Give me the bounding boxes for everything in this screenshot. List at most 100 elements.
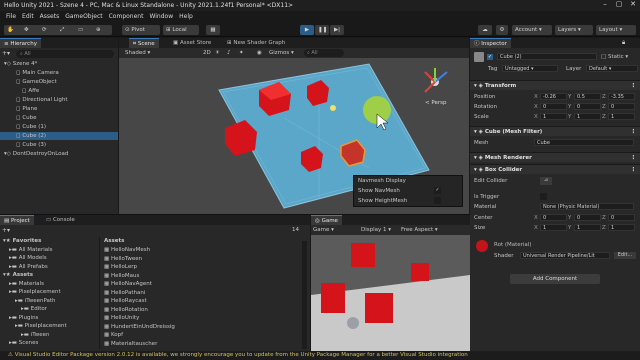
status-message[interactable]: Visual Studio Editor Package version 2.0…	[15, 352, 468, 358]
project-tree-item[interactable]: ▸▬ iTweenPath	[0, 297, 100, 305]
project-file-item[interactable]: ▦ Kopf	[104, 331, 300, 339]
center-y-field[interactable]: 0	[574, 214, 601, 221]
hierarchy-item[interactable]: ◻ Main Camera	[0, 69, 118, 77]
game-display-dropdown[interactable]: Game ▾	[313, 227, 334, 233]
project-file-item[interactable]: ▦ HelloPathani	[104, 289, 300, 297]
hierarchy-search-input[interactable]: ⌕ All	[16, 50, 114, 58]
size-z-field[interactable]: 1	[608, 224, 635, 231]
hierarchy-item[interactable]: ▾◇ Szene 4*	[0, 60, 118, 68]
layout-dropdown[interactable]: Layout ▾	[596, 25, 636, 35]
close-icon[interactable]: ✕	[626, 0, 640, 11]
transform-z-field[interactable]: -3.35	[608, 93, 635, 100]
hierarchy-item[interactable]: ◻ Cube (2)	[0, 132, 118, 140]
tab-hierarchy[interactable]: ≡ Hierarchy	[0, 38, 41, 48]
project-file-item[interactable]: ▦ HelloUnity	[104, 314, 300, 322]
rotate-tool-icon[interactable]: ⟳	[42, 25, 47, 35]
scale-tool-icon[interactable]: ⤢	[60, 25, 64, 35]
is-trigger-checkbox[interactable]	[540, 193, 547, 200]
project-file-item[interactable]: ▦ Materialtauscher	[104, 340, 300, 348]
mesh-renderer-header[interactable]: ▾ ◈ Mesh Renderer ⋮	[470, 152, 640, 162]
physic-material-field[interactable]: None (Physic Material)	[540, 203, 634, 210]
size-y-field[interactable]: 1	[574, 224, 601, 231]
pivot-toggle[interactable]: ⊙ Pivot	[122, 25, 160, 35]
component-menu-icon[interactable]: ⋮	[631, 81, 637, 91]
project-file-item[interactable]: ▦ HelloNavMesh	[104, 246, 300, 254]
hierarchy-item[interactable]: ◻ Directional Light	[0, 96, 118, 104]
hierarchy-item[interactable]: ▾◇ DontDestroyOnLoad	[0, 150, 118, 158]
component-menu-icon[interactable]: ⋮	[631, 165, 637, 175]
project-tree-item[interactable]: ▸▬ Plugins	[0, 314, 100, 322]
active-checkbox[interactable]: ✓	[487, 54, 493, 60]
local-toggle[interactable]: ⊞ Local	[163, 25, 199, 35]
maximize-icon[interactable]: ▢	[612, 0, 626, 11]
project-tree-item[interactable]: ▸▬ Scenes	[0, 339, 100, 347]
menu-help[interactable]: Help	[179, 11, 193, 23]
transform-z-field[interactable]: 0	[608, 103, 635, 110]
hierarchy-item[interactable]: ◻ Affe	[0, 87, 118, 95]
menu-window[interactable]: Window	[149, 11, 173, 23]
tab-asset-store[interactable]: ▣ Asset Store	[169, 38, 215, 48]
hierarchy-item[interactable]: ◻ Cube	[0, 114, 118, 122]
transform-x-field[interactable]: -0.26	[540, 93, 567, 100]
services-button[interactable]: ⚙	[496, 25, 508, 35]
project-tree-item[interactable]: ▾★ Favorites	[0, 237, 100, 245]
collab-button[interactable]: ☁	[478, 25, 492, 35]
move-tool-icon[interactable]: ✥	[24, 25, 29, 35]
aspect-dropdown[interactable]: Free Aspect ▾	[401, 227, 438, 233]
center-z-field[interactable]: 0	[608, 214, 635, 221]
display-number-dropdown[interactable]: Display 1 ▾	[361, 227, 391, 233]
step-button[interactable]: ▶|	[330, 25, 344, 35]
project-tree-item[interactable]: ▸▬ All Materials	[0, 246, 100, 254]
lock-icon[interactable]: 🔒︎	[622, 39, 625, 47]
add-object-icon[interactable]: +▾	[2, 50, 12, 58]
project-tree-item[interactable]: ▸▬ Editor	[0, 305, 100, 313]
project-scrollbar[interactable]	[302, 241, 307, 349]
menu-assets[interactable]: Assets	[40, 11, 60, 23]
project-tree-item[interactable]: ▸▬ All Models	[0, 254, 100, 262]
edit-collider-button[interactable]: ⊿	[540, 177, 552, 185]
transform-tools[interactable]: ✋ ✥ ⟳ ⤢ ▭ ⊕	[4, 25, 112, 35]
menu-component[interactable]: Component	[109, 11, 144, 23]
static-checkbox[interactable]: □ Static ▾	[601, 54, 628, 60]
tab-game[interactable]: ◎ Game	[311, 215, 342, 225]
show-heightmesh-checkbox[interactable]	[434, 197, 441, 204]
mesh-filter-header[interactable]: ▾ ◈ Cube (Mesh Filter) ⋮	[470, 126, 640, 136]
rect-tool-icon[interactable]: ▭	[78, 25, 83, 35]
scene-search-input[interactable]: ⌕ All	[304, 49, 344, 57]
grid-snap-button[interactable]: ▦	[206, 25, 220, 35]
lighting-toggle-icon[interactable]: ☀	[215, 50, 220, 56]
project-file-item[interactable]: ▦ HelloMaus	[104, 272, 300, 280]
tag-dropdown[interactable]: Untagged ▾	[502, 65, 558, 72]
play-button[interactable]: ▶	[300, 25, 314, 35]
show-navmesh-checkbox[interactable]: ✓	[434, 187, 441, 194]
effects-toggle-icon[interactable]: ✦	[239, 50, 244, 56]
transform-y-field[interactable]: 0	[574, 103, 601, 110]
tab-project[interactable]: ▤ Project	[0, 215, 34, 225]
size-x-field[interactable]: 1	[540, 224, 567, 231]
gizmos-dropdown[interactable]: Gizmos ▾	[269, 50, 294, 56]
box-collider-header[interactable]: ▾ ◈ Box Collider ⋮	[470, 164, 640, 174]
component-menu-icon[interactable]: ⋮	[631, 153, 637, 163]
project-tree-item[interactable]: ▸▬ iTween	[0, 331, 100, 339]
transform-y-field[interactable]: 0.5	[574, 93, 601, 100]
hand-tool-icon[interactable]: ✋	[7, 25, 14, 35]
shader-edit-button[interactable]: Edit...	[614, 252, 636, 259]
center-x-field[interactable]: 0	[540, 214, 567, 221]
project-file-item[interactable]: ▦ HelloLerp	[104, 263, 300, 271]
tab-shader-graph[interactable]: ⊞ New Shader Graph	[223, 38, 289, 48]
hierarchy-item[interactable]: ◻ Cube (3)	[0, 141, 118, 149]
project-tree-item[interactable]: ▸▬ All Prefabs	[0, 263, 100, 271]
project-tree-item[interactable]: ▸▬ Materials	[0, 280, 100, 288]
layer-dropdown[interactable]: Default ▾	[586, 65, 638, 72]
project-file-item[interactable]: ▦ HelloTween	[104, 255, 300, 263]
transform-header[interactable]: ▾ ◈ Transform ⋮	[470, 80, 640, 90]
add-component-button[interactable]: Add Component	[510, 274, 600, 284]
hierarchy-item[interactable]: ◻ Cube (1)	[0, 123, 118, 131]
component-menu-icon[interactable]: ⋮	[631, 127, 637, 137]
transform-x-field[interactable]: 0	[540, 103, 567, 110]
transform-y-field[interactable]: 1	[574, 113, 601, 120]
material-name[interactable]: Rot (Material)	[494, 242, 531, 248]
hierarchy-item[interactable]: ◻ Plane	[0, 105, 118, 113]
tab-inspector[interactable]: ⓘ Inspector	[470, 38, 511, 48]
shader-dropdown[interactable]: Universal Render Pipeline/Lit	[520, 252, 610, 259]
